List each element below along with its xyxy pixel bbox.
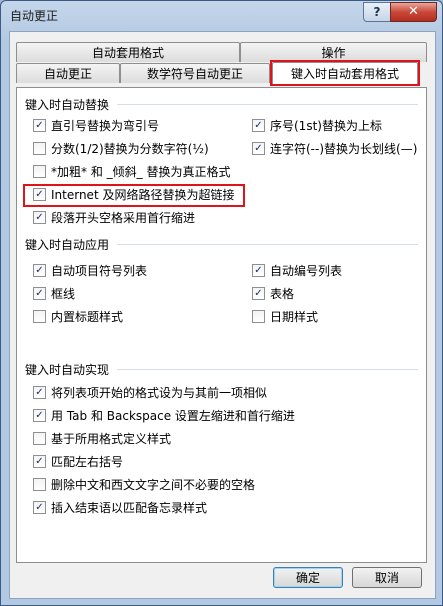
checkbox[interactable] [33,165,46,178]
option-label: 序号(1st)替换为上标 [270,119,382,133]
tab-math-autocorrect[interactable]: 数学符号自动更正 [120,63,270,83]
checkbox[interactable]: ✓ [33,455,46,468]
option-label: 直引号替换为弯引号 [51,119,160,133]
checkbox[interactable]: ✓ [33,119,46,132]
checkbox[interactable]: ✓ [33,287,46,300]
checkbox[interactable]: ✓ [252,119,265,132]
checkbox[interactable]: ✓ [33,501,46,514]
help-button[interactable]: ? [363,2,391,22]
tab-actions[interactable]: 操作 [240,42,427,62]
tab-autoformat[interactable]: 自动套用格式 [16,42,240,62]
option-label: 日期样式 [270,310,319,324]
ok-button[interactable]: 确定 [273,567,343,588]
option-label: 自动编号列表 [270,264,343,278]
title-bar[interactable]: 自动更正 ? ✕ [1,1,442,31]
option-label: 段落开头空格采用首行缩进 [51,211,196,225]
checkbox[interactable]: ✓ [33,409,46,422]
cancel-button[interactable]: 取消 [352,567,422,588]
checkbox[interactable]: ✓ [252,142,265,155]
dialog-client-area: 自动套用格式 操作 自动更正 数学符号自动更正 键入时自动套用格式 键入时自动替… [9,31,436,599]
option-label: 基于所用格式定义样式 [51,432,172,446]
option-label: 连字符(--)替换为长划线(—) [270,142,418,156]
autocorrect-dialog: 自动更正 ? ✕ 自动套用格式 操作 自动更正 数学符号自动更正 键入时自动套用… [0,0,443,606]
section-divider [117,369,418,370]
section-title-apply: 键入时自动应用 [25,238,110,252]
section-title-automatic: 键入时自动实现 [25,363,110,377]
checkbox[interactable]: ✓ [33,211,46,224]
checkbox[interactable]: ✓ [33,264,46,277]
checkbox[interactable] [252,310,265,323]
option-label: *加粗* 和 _倾斜_ 替换为真正格式 [51,165,231,179]
checkbox[interactable]: ✓ [252,287,265,300]
option-label: 框线 [51,287,76,301]
checkbox[interactable]: ✓ [33,386,46,399]
window-title: 自动更正 [10,9,59,23]
checkbox[interactable] [33,142,46,155]
option-label: 将列表项开始的格式设为与其前一项相似 [51,386,268,400]
checkbox[interactable] [33,432,46,445]
option-label: 删除中文和西文文字之间不必要的空格 [51,478,256,492]
checkbox[interactable] [33,478,46,491]
option-label: 插入结束语以匹配备忘录样式 [51,501,208,515]
hyperlink-option-highlight [23,184,245,207]
option-label: 表格 [270,287,295,301]
section-divider [117,104,418,105]
option-label: 自动项目符号列表 [51,264,148,278]
option-label: 用 Tab 和 Backspace 设置左缩进和首行缩进 [51,409,295,423]
section-title-replace: 键入时自动替换 [25,98,110,112]
tab-autocorrect[interactable]: 自动更正 [16,63,120,83]
tab-panel: 键入时自动替换 ✓ 直引号替换为弯引号 ✓ 序号(1st)替换为上标 分数(1/… [16,87,427,563]
checkbox[interactable] [33,310,46,323]
option-label: 内置标题样式 [51,310,124,324]
checkbox[interactable]: ✓ [252,264,265,277]
active-tab-highlight [270,60,420,86]
option-label: 匹配左右括号 [51,455,124,469]
option-label: 分数(1/2)替换为分数字符(½) [51,142,209,156]
section-divider [117,244,418,245]
close-button[interactable]: ✕ [390,2,437,22]
